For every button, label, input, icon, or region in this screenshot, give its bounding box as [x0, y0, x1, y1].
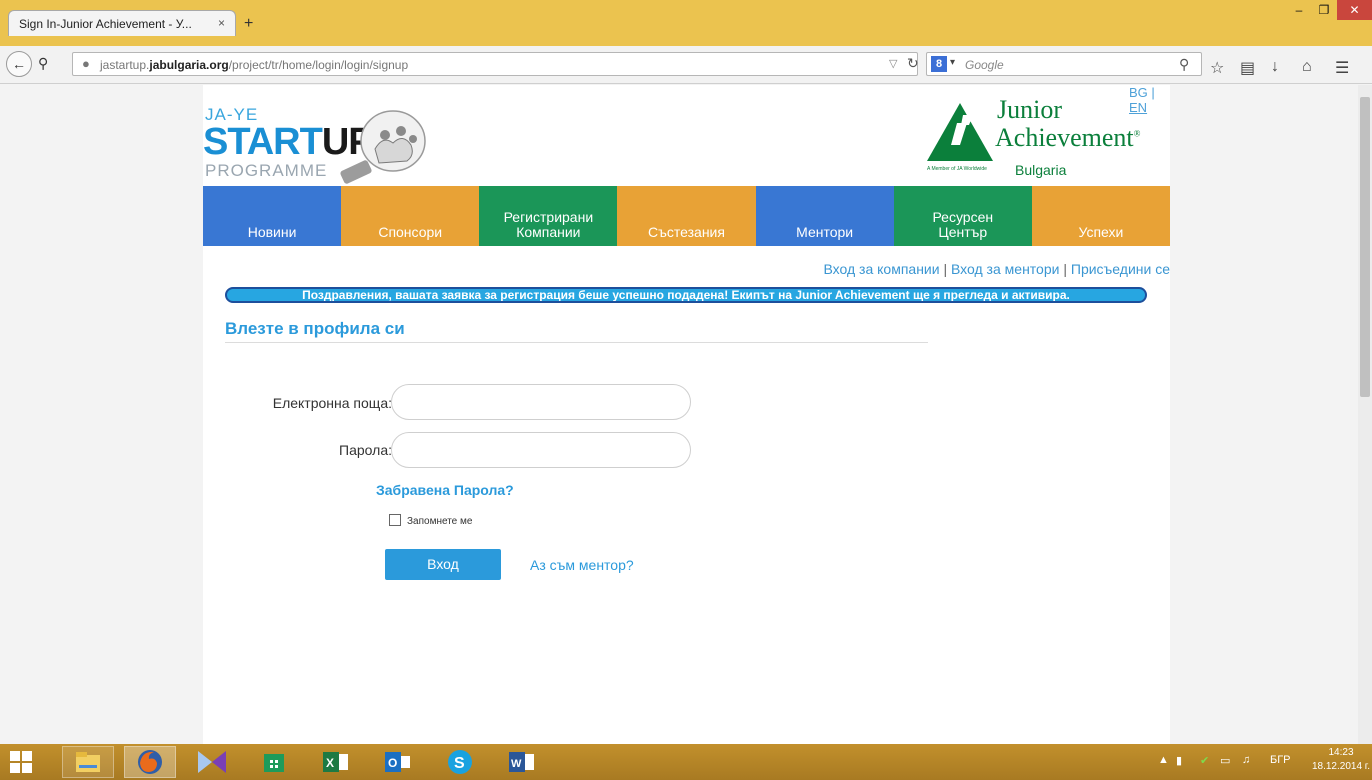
firefox-icon[interactable]: [124, 746, 176, 778]
remember-me-label[interactable]: Запомнете ме: [407, 516, 472, 527]
windows-taskbar: X O S W ▲ ▮ ✔ ▭ ♫ БГР 14:23 18.12.2014 г…: [0, 744, 1372, 780]
menu-item-news[interactable]: Новини: [203, 186, 342, 246]
bookmarks-list-icon[interactable]: ▤: [1240, 58, 1255, 78]
menu-item-successes[interactable]: Успехи: [1031, 186, 1170, 246]
menu-icon[interactable]: ☰: [1335, 58, 1349, 78]
globe-icon: ●: [82, 56, 90, 71]
logo-programme-text: PROGRAMME: [205, 161, 328, 180]
search-icon[interactable]: ⚲: [1179, 56, 1189, 73]
maximize-button[interactable]: ❐: [1312, 0, 1336, 20]
ja-country-text: Bulgaria: [1015, 162, 1067, 178]
store-icon[interactable]: [248, 746, 300, 778]
mentor-link[interactable]: Аз съм ментор?: [530, 557, 634, 573]
address-bar[interactable]: ● jastartup.jabulgaria.org/project/tr/ho…: [72, 52, 919, 76]
svg-text:O: O: [388, 756, 397, 770]
bookmark-star-icon[interactable]: ☆: [1210, 58, 1224, 78]
new-tab-button[interactable]: +: [244, 15, 253, 33]
minimize-button[interactable]: –: [1287, 0, 1311, 20]
outlook-icon[interactable]: O: [372, 746, 424, 778]
success-notice: Поздравления, вашата заявка за регистрац…: [225, 287, 1147, 303]
menu-item-registered-companies[interactable]: Регистрирани Компании: [479, 186, 618, 246]
password-label: Парола:: [339, 442, 392, 458]
battery-icon[interactable]: ▮: [1176, 754, 1182, 767]
back-button[interactable]: ←: [6, 51, 32, 77]
download-icon[interactable]: ↓: [1271, 58, 1279, 76]
skype-icon[interactable]: S: [434, 746, 486, 778]
startup-programme-logo[interactable]: JA-YE STARTUP PROGRAMME: [203, 105, 463, 185]
login-button[interactable]: Вход: [385, 549, 501, 580]
browser-titlebar: Sign In-Junior Achievement - У... × + – …: [0, 0, 1372, 46]
close-window-button[interactable]: ✕: [1337, 0, 1372, 20]
menu-item-competitions[interactable]: Състезания: [617, 186, 756, 246]
email-label: Електронна поща:: [272, 395, 392, 411]
auth-links: Вход за компании | Вход за ментори | При…: [823, 261, 1170, 277]
title-divider: [225, 342, 928, 343]
mail-app-icon[interactable]: [186, 746, 238, 778]
scroll-thumb[interactable]: [1360, 97, 1370, 397]
file-explorer-icon[interactable]: [62, 746, 114, 778]
company-login-link[interactable]: Вход за компании: [823, 261, 939, 277]
google-plus-icon[interactable]: 8: [931, 56, 947, 72]
network-icon[interactable]: ▭: [1220, 754, 1230, 767]
home-icon[interactable]: ⌂: [1302, 58, 1312, 76]
email-field[interactable]: [391, 384, 691, 420]
url-text: jastartup.jabulgaria.org/project/tr/home…: [100, 58, 409, 72]
clock-time: 14:23: [1328, 747, 1354, 758]
password-field[interactable]: [391, 432, 691, 468]
search-engine-dropdown-icon[interactable]: ▾: [950, 57, 955, 68]
windows-start-icon[interactable]: [10, 751, 32, 773]
lightbulb-icon: [340, 110, 426, 184]
clock-date: 18.12.2014 г.: [1311, 761, 1371, 772]
tray-expand-icon[interactable]: ▲: [1158, 754, 1169, 766]
lang-bg-link[interactable]: BG: [1129, 85, 1148, 100]
ja-triangle-icon: [927, 103, 993, 161]
volume-icon[interactable]: ♫: [1242, 754, 1250, 766]
login-title: Влезте в профила си: [225, 319, 405, 338]
ja-achievement-text: Achievement®: [995, 123, 1141, 152]
page-content: BG | EN JA-YE STARTUP PROGRAMME Junior A…: [203, 85, 1170, 744]
tab-title: Sign In-Junior Achievement - У...: [19, 17, 192, 31]
system-clock[interactable]: 14:23 18.12.2014 г.: [1310, 746, 1372, 774]
mentor-login-link[interactable]: Вход за ментори: [951, 261, 1059, 277]
security-icon[interactable]: ✔: [1200, 754, 1209, 767]
menu-item-sponsors[interactable]: Спонсори: [341, 186, 480, 246]
excel-icon[interactable]: X: [310, 746, 362, 778]
svg-text:S: S: [454, 755, 465, 772]
browser-tab[interactable]: Sign In-Junior Achievement - У... ×: [8, 10, 236, 36]
url-dropdown-icon[interactable]: ▽: [889, 57, 897, 70]
tab-close-icon[interactable]: ×: [218, 16, 225, 30]
join-link[interactable]: Присъедини се: [1071, 261, 1170, 277]
junior-achievement-logo[interactable]: Junior Achievement® A Member of JA World…: [923, 95, 1173, 183]
search-bar[interactable]: 8 ▾ Google ⚲: [926, 52, 1202, 76]
svg-text:W: W: [511, 758, 522, 770]
reload-icon[interactable]: ↻: [907, 55, 919, 72]
page-scrollbar[interactable]: [1358, 85, 1372, 744]
key-icon[interactable]: ⚲: [38, 55, 48, 72]
search-placeholder: Google: [965, 58, 1004, 72]
browser-navbar: ← ⚲ ● jastartup.jabulgaria.org/project/t…: [0, 46, 1372, 84]
ja-junior-text: Junior: [997, 95, 1062, 124]
ja-member-text: A Member of JA Worldwide: [927, 166, 987, 172]
forgot-password-link[interactable]: Забравена Парола?: [376, 482, 514, 498]
main-menu: Новини Спонсори Регистрирани Компании Съ…: [203, 186, 1170, 246]
svg-text:X: X: [326, 756, 334, 770]
language-indicator[interactable]: БГР: [1270, 754, 1291, 766]
remember-me-checkbox[interactable]: [389, 514, 401, 526]
menu-item-mentors[interactable]: Ментори: [755, 186, 894, 246]
word-icon[interactable]: W: [496, 746, 548, 778]
menu-item-resource-center[interactable]: Ресурсен Център: [893, 186, 1032, 246]
